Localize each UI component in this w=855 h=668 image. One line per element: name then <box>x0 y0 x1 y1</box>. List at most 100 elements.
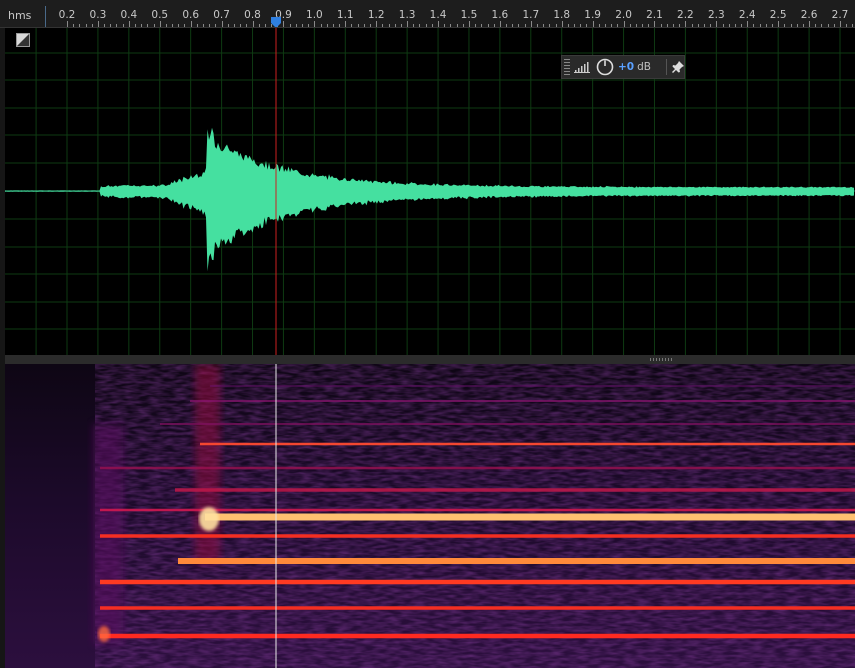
waveform-panel[interactable] <box>0 28 855 355</box>
ruler-minor-tick <box>771 24 773 27</box>
ruler-major-tick <box>221 21 223 27</box>
ruler-minor-tick <box>673 24 675 27</box>
ruler-tick-label: 1.3 <box>398 9 416 21</box>
ruler-minor-tick <box>339 24 341 27</box>
time-unit-label[interactable]: hms <box>8 9 31 22</box>
gain-value[interactable]: +0 <box>618 61 634 73</box>
ruler-minor-tick <box>660 24 662 27</box>
ruler-minor-tick <box>827 24 829 27</box>
ruler-major-tick <box>252 21 254 27</box>
ruler-major-tick <box>778 21 780 27</box>
ruler-minor-tick <box>629 24 631 27</box>
ruler-minor-tick <box>821 24 823 27</box>
ruler-tick-label: 1.2 <box>367 9 385 21</box>
hud-separator <box>666 59 667 75</box>
ruler-tick-label: 0.6 <box>182 9 200 21</box>
spectrogram-display[interactable] <box>0 364 855 668</box>
ruler-tick-label: 0.3 <box>89 9 107 21</box>
ruler-minor-tick <box>370 24 372 27</box>
ruler-minor-tick <box>326 24 328 27</box>
ruler-minor-tick <box>722 24 724 27</box>
ruler-minor-tick <box>382 24 384 27</box>
ruler-major-tick <box>530 21 532 27</box>
ruler-minor-tick <box>110 24 112 27</box>
ruler-minor-tick <box>431 24 433 27</box>
ruler-minor-tick <box>357 24 359 27</box>
ruler-minor-tick <box>512 24 514 27</box>
ruler-minor-tick <box>524 24 526 27</box>
ruler-tick-label: 1.5 <box>460 9 478 21</box>
ruler-minor-tick <box>141 24 143 27</box>
gain-hud[interactable]: +0 dB <box>561 55 685 79</box>
ruler-minor-tick <box>487 24 489 27</box>
ruler-major-tick <box>314 21 316 27</box>
ruler-major-tick <box>623 21 625 27</box>
ruler-minor-tick <box>635 24 637 27</box>
ruler-minor-tick <box>567 24 569 27</box>
ruler-minor-tick <box>79 24 81 27</box>
ruler-minor-tick <box>425 24 427 27</box>
ruler-minor-tick <box>784 24 786 27</box>
ruler-minor-tick <box>301 24 303 27</box>
spectrogram-panel[interactable] <box>0 364 855 668</box>
ruler-minor-tick <box>734 24 736 27</box>
panel-divider[interactable] <box>0 355 855 364</box>
ruler-minor-tick <box>759 24 761 27</box>
ruler-minor-tick <box>184 24 186 27</box>
ruler-minor-tick <box>116 24 118 27</box>
ruler-minor-tick <box>802 24 804 27</box>
ruler-minor-tick <box>741 24 743 27</box>
ruler-major-tick <box>190 21 192 27</box>
ruler-minor-tick <box>543 24 545 27</box>
ruler-minor-tick <box>598 24 600 27</box>
ruler-minor-tick <box>493 24 495 27</box>
playhead-marker-icon[interactable] <box>271 17 281 28</box>
ruler-major-tick <box>407 21 409 27</box>
ruler-minor-tick <box>444 24 446 27</box>
spectral-toggle-icon[interactable] <box>16 33 30 47</box>
hud-drag-handle-icon[interactable] <box>564 59 570 75</box>
ruler-minor-tick <box>666 24 668 27</box>
ruler-minor-tick <box>691 24 693 27</box>
ruler-minor-tick <box>580 24 582 27</box>
ruler-tick-label: 1.7 <box>522 9 540 21</box>
ruler-minor-tick <box>518 24 520 27</box>
ruler-tick-label: 2.7 <box>831 9 849 21</box>
time-ruler[interactable]: hms 0.2 0.3 0.4 0.5 0.6 0.7 0.8 0.9 1.0 1.1 1.2 1.3… <box>0 0 855 28</box>
gain-unit: dB <box>637 61 651 73</box>
level-meter-icon[interactable] <box>574 61 592 73</box>
ruler-tick-label: 1.6 <box>491 9 509 21</box>
ruler-major-tick <box>747 21 749 27</box>
ruler-minor-tick <box>165 24 167 27</box>
waveform-display[interactable] <box>0 28 855 355</box>
ruler-tick-label: 0.7 <box>213 9 230 21</box>
ruler-minor-tick <box>153 24 155 27</box>
ruler-tick-label: 0.4 <box>120 9 138 21</box>
ruler-tick-label: 2.3 <box>707 9 725 21</box>
ruler-minor-tick <box>122 24 124 27</box>
ruler-minor-tick <box>91 24 93 27</box>
ruler-minor-tick <box>833 24 835 27</box>
waveform-trace <box>5 127 854 272</box>
ruler-minor-tick <box>240 24 242 27</box>
ruler-minor-tick <box>104 24 106 27</box>
divider-grip-icon[interactable] <box>650 358 672 361</box>
ruler-minor-tick <box>462 24 464 27</box>
ruler-major-tick <box>128 21 130 27</box>
ruler-major-tick <box>376 21 378 27</box>
gain-knob-icon[interactable] <box>596 58 614 76</box>
ruler-minor-tick <box>536 24 538 27</box>
ruler-minor-tick <box>765 24 767 27</box>
ruler-minor-tick <box>753 24 755 27</box>
ruler-major-tick <box>283 21 285 27</box>
ruler-minor-tick <box>258 24 260 27</box>
ruler-separator <box>45 6 46 27</box>
ruler-major-tick <box>499 21 501 27</box>
attack-hotspot <box>199 507 219 531</box>
pin-icon[interactable] <box>671 60 685 74</box>
ruler-tick-label: 1.1 <box>336 9 354 21</box>
ruler-tick-label: 2.6 <box>800 9 818 21</box>
ruler-major-tick <box>438 21 440 27</box>
ruler-tick-label: 2.5 <box>769 9 787 21</box>
ruler-minor-tick <box>394 24 396 27</box>
